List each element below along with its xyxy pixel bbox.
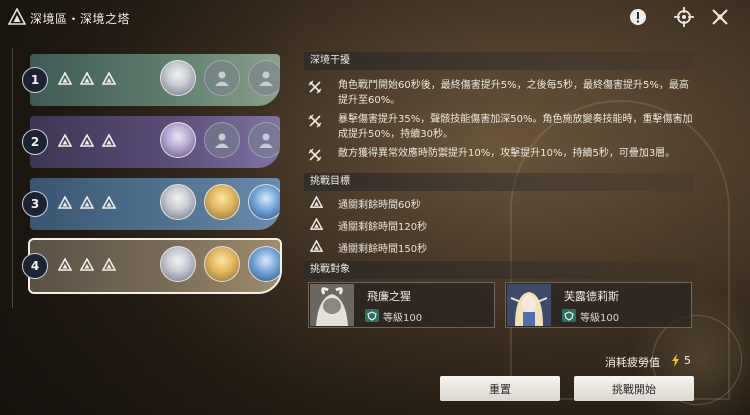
triangle-icon bbox=[80, 196, 94, 209]
fatigue-label: 消耗疲勞值 bbox=[605, 356, 660, 369]
triangle-icon bbox=[58, 196, 72, 209]
top-bar: 深境區・深境之塔 bbox=[0, 0, 750, 34]
triangle-icon bbox=[102, 196, 116, 209]
triangle-icon bbox=[58, 134, 72, 147]
stage-stars bbox=[58, 134, 116, 148]
triangle-icon bbox=[102, 258, 116, 271]
triangle-icon bbox=[310, 218, 323, 230]
stage-number: 4 bbox=[22, 253, 48, 279]
effect-text: 敵方獲得異常效應時防禦提升10%，攻擊提升10%，持續5秒，可疊加3層。 bbox=[338, 148, 676, 159]
goal-text: 通關剩餘時間120秒 bbox=[338, 222, 428, 233]
empty-slot-avatar[interactable] bbox=[248, 60, 280, 96]
crossed-swords-icon bbox=[308, 114, 322, 128]
close-icon[interactable] bbox=[709, 6, 731, 28]
reset-button[interactable]: 重置 bbox=[440, 376, 560, 401]
level-shield-icon bbox=[562, 309, 576, 322]
stage-number: 3 bbox=[22, 191, 48, 217]
crossed-swords-icon bbox=[308, 80, 322, 94]
effect-text: 角色戰鬥開始60秒後，最終傷害提升5%，之後每5秒，最終傷害提升5%，最高提升至… bbox=[338, 80, 689, 106]
stage-number: 2 bbox=[22, 129, 48, 155]
lightning-icon bbox=[672, 354, 679, 367]
stage-row-3[interactable]: 3 bbox=[18, 178, 280, 230]
avatar[interactable] bbox=[204, 184, 240, 220]
person-icon bbox=[215, 71, 229, 86]
triangle-icon bbox=[310, 196, 323, 208]
enemy-portrait bbox=[310, 284, 354, 326]
person-icon bbox=[259, 71, 273, 86]
stage-row-4[interactable]: 4 bbox=[18, 238, 282, 294]
empty-slot-avatar[interactable] bbox=[204, 60, 240, 96]
page-title: 深境區・深境之塔 bbox=[30, 12, 131, 26]
triangle-icon bbox=[58, 258, 72, 271]
enemy-card[interactable]: 芙露德莉斯 等級100 bbox=[505, 282, 692, 328]
effect-text: 暴擊傷害提升35%，聲骸技能傷害加深50%。角色施放變奏技能時，重擊傷害加成提升… bbox=[338, 114, 693, 140]
targets-heading: 挑戰對象 bbox=[304, 261, 694, 279]
triangle-icon bbox=[80, 258, 94, 271]
goal-text: 通關剩餘時間150秒 bbox=[338, 244, 428, 255]
triangle-icon bbox=[102, 134, 116, 147]
avatar[interactable] bbox=[160, 122, 196, 158]
team-avatars bbox=[160, 184, 280, 220]
avatar[interactable] bbox=[248, 246, 280, 282]
level-shield-icon bbox=[365, 309, 379, 322]
triangle-icon bbox=[80, 134, 94, 147]
interference-effect: 暴擊傷害提升35%，聲骸技能傷害加深50%。角色施放變奏技能時，重擊傷害加成提升… bbox=[308, 112, 692, 142]
avatar[interactable] bbox=[160, 184, 196, 220]
person-icon bbox=[259, 133, 273, 148]
interference-heading: 深境干擾 bbox=[304, 52, 694, 70]
stage-number: 1 bbox=[22, 67, 48, 93]
stage-card bbox=[28, 238, 282, 294]
stage-card bbox=[30, 54, 280, 106]
fatigue-value: 5 bbox=[684, 354, 691, 367]
avatar[interactable] bbox=[160, 246, 196, 282]
crossed-swords-icon bbox=[308, 148, 322, 162]
goals-heading: 挑戰目標 bbox=[304, 173, 694, 191]
triangle-icon bbox=[102, 72, 116, 85]
goal-item: 通關剩餘時間150秒 bbox=[310, 239, 510, 255]
enemy-level: 等級100 bbox=[383, 313, 423, 324]
crosshair-icon[interactable] bbox=[673, 6, 695, 28]
triangle-icon bbox=[58, 72, 72, 85]
enemy-name: 飛廉之猩 bbox=[367, 290, 411, 303]
enemy-level: 等級100 bbox=[580, 313, 620, 324]
start-challenge-button[interactable]: 挑戰開始 bbox=[574, 376, 694, 401]
stage-row-2[interactable]: 2 bbox=[18, 116, 280, 168]
team-avatars bbox=[160, 60, 280, 96]
stage-card bbox=[30, 116, 280, 168]
avatar[interactable] bbox=[160, 60, 196, 96]
team-avatars bbox=[160, 246, 280, 282]
tower-logo-icon bbox=[7, 7, 27, 26]
interference-effect: 角色戰鬥開始60秒後，最終傷害提升5%，之後每5秒，最終傷害提升5%，最高提升至… bbox=[308, 78, 692, 108]
info-icon[interactable] bbox=[627, 6, 649, 28]
avatar[interactable] bbox=[204, 246, 240, 282]
goal-text: 通關剩餘時間60秒 bbox=[338, 200, 421, 211]
triangle-icon bbox=[310, 240, 323, 252]
stage-row-1[interactable]: 1 bbox=[18, 54, 280, 106]
goal-item: 通關剩餘時間60秒 bbox=[310, 195, 510, 211]
enemy-name: 芙露德莉斯 bbox=[564, 290, 619, 303]
avatar[interactable] bbox=[248, 184, 280, 220]
stage-card bbox=[30, 178, 280, 230]
stage-stars bbox=[58, 72, 116, 86]
stage-stars bbox=[58, 258, 116, 272]
empty-slot-avatar[interactable] bbox=[248, 122, 280, 158]
goal-item: 通關剩餘時間120秒 bbox=[310, 217, 510, 233]
enemy-portrait bbox=[507, 284, 551, 326]
triangle-icon bbox=[80, 72, 94, 85]
team-avatars bbox=[160, 122, 280, 158]
enemy-card[interactable]: 飛廉之猩 等級100 bbox=[308, 282, 495, 328]
empty-slot-avatar[interactable] bbox=[204, 122, 240, 158]
stage-rail bbox=[12, 48, 13, 308]
person-icon bbox=[215, 133, 229, 148]
stage-stars bbox=[58, 196, 116, 210]
interference-effect: 敵方獲得異常效應時防禦提升10%，攻擊提升10%，持續5秒，可疊加3層。 bbox=[308, 146, 692, 162]
